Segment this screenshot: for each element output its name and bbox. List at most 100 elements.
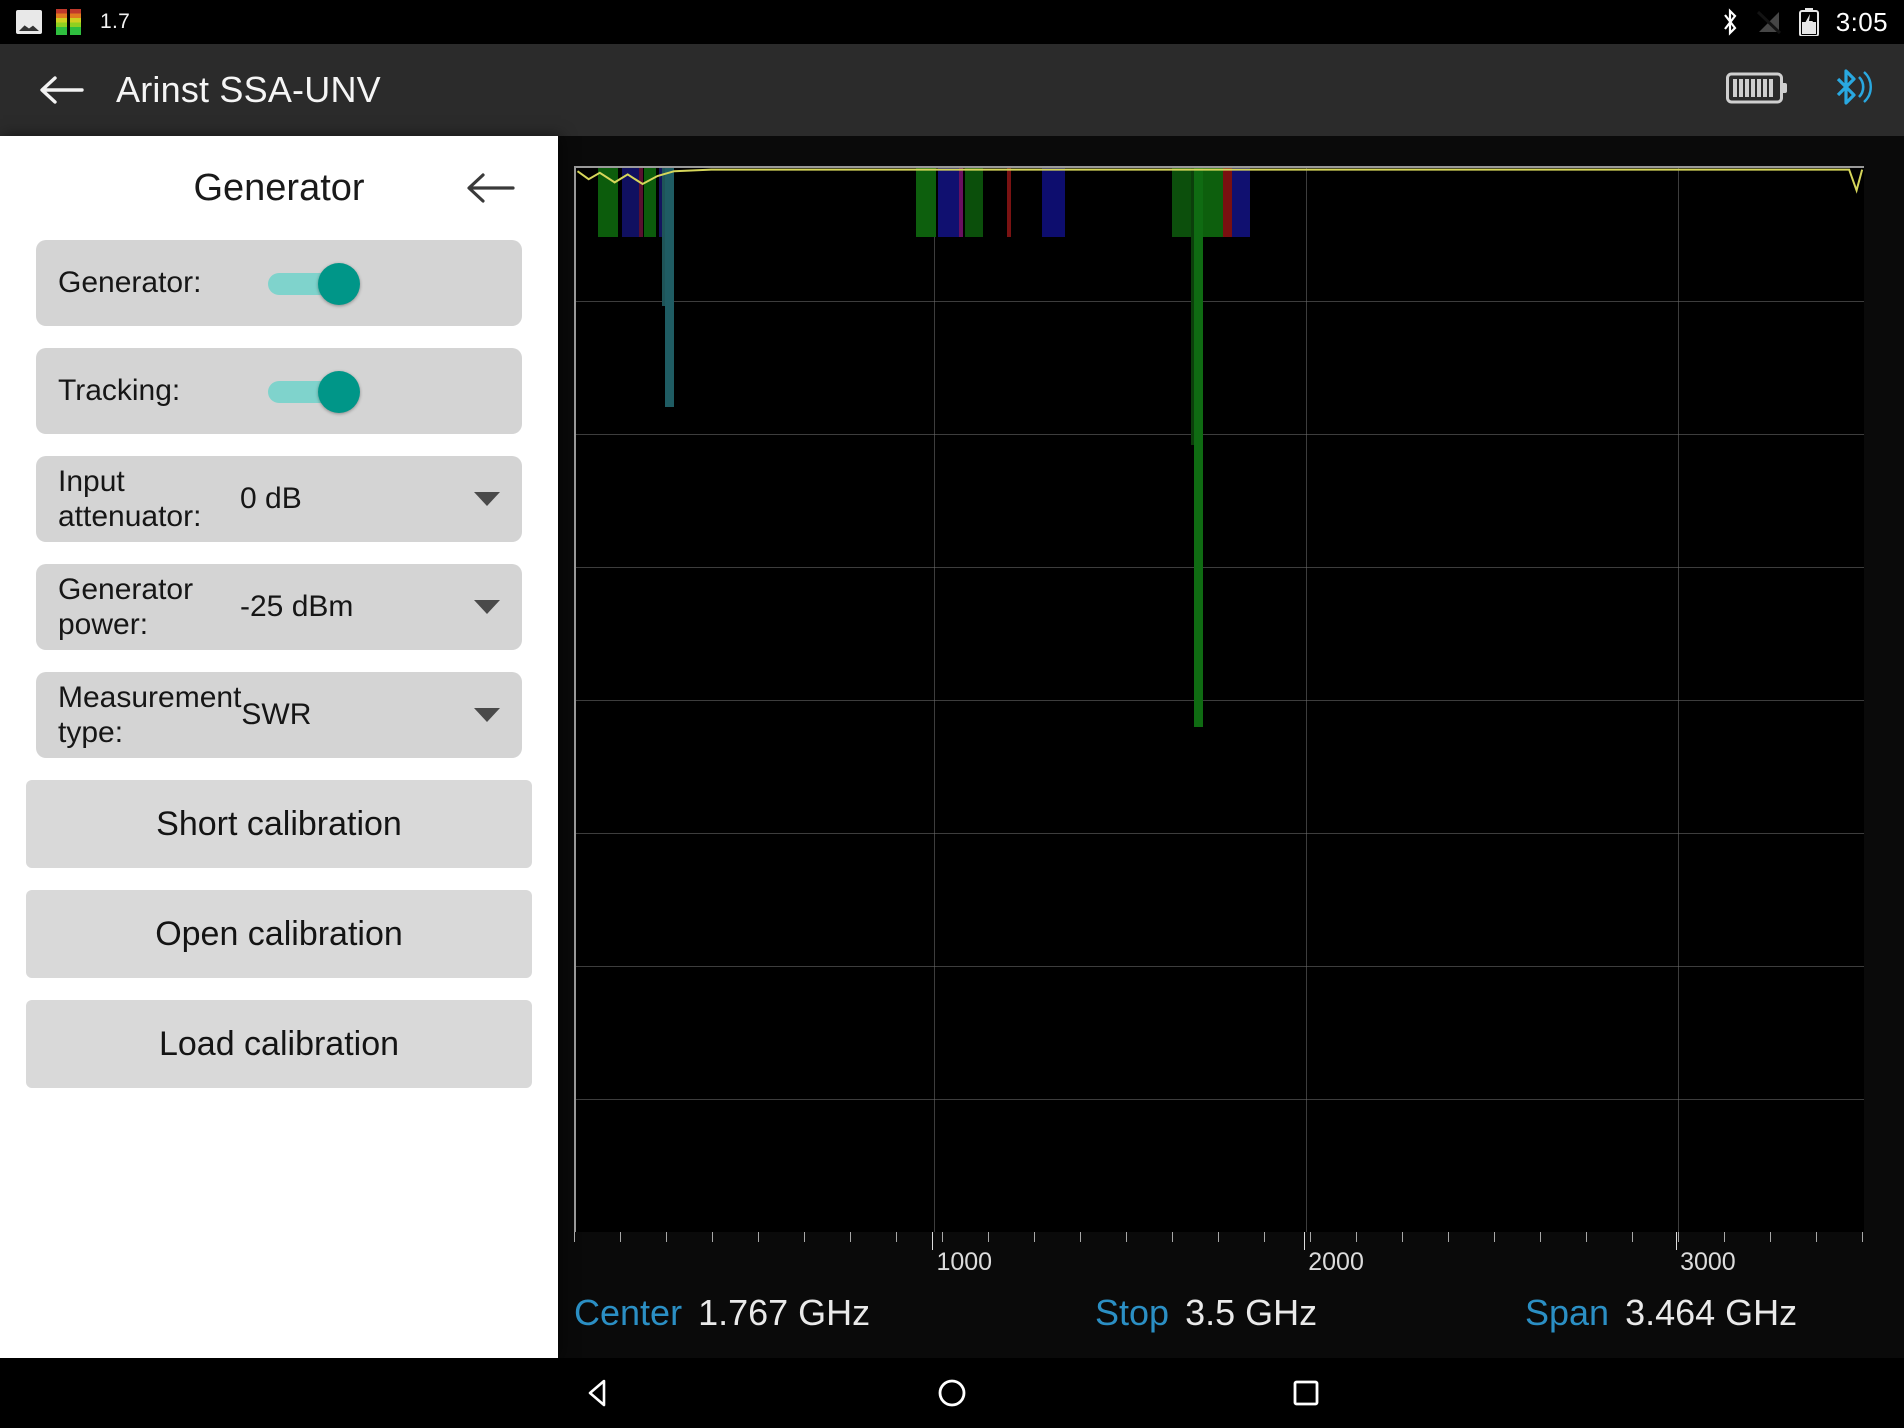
axis-tick	[1540, 1232, 1541, 1242]
open-calibration-button[interactable]: Open calibration	[26, 890, 532, 978]
axis-tick	[942, 1232, 943, 1242]
status-clock: 3:05	[1835, 6, 1888, 37]
label-measurement-type: Measurement type:	[58, 680, 241, 751]
toggle-thumb	[318, 371, 360, 413]
axis-tick	[1448, 1232, 1449, 1242]
axis-tick	[1724, 1232, 1725, 1242]
axis-tick	[850, 1232, 851, 1242]
readout-center[interactable]: Center 1.767 GHz	[574, 1292, 870, 1334]
axis-tick	[1356, 1232, 1357, 1242]
input-attenuator-select[interactable]: 0 dB	[240, 482, 500, 516]
status-bar-right: 3:05	[1720, 7, 1888, 38]
axis-tick-major	[1304, 1232, 1306, 1250]
nav-home-button[interactable]	[925, 1366, 979, 1420]
row-tracking[interactable]: Tracking:	[36, 348, 522, 434]
label-line-1: Measurement	[58, 680, 242, 714]
chevron-down-icon	[474, 708, 500, 722]
panel-title: Generator	[193, 166, 365, 209]
axis-tick-major	[1676, 1232, 1678, 1250]
row-generator-power[interactable]: Generator power: -25 dBm	[36, 564, 522, 650]
axis-tick	[804, 1232, 805, 1242]
axis-tick	[1816, 1232, 1817, 1242]
app-bar-back-button[interactable]	[32, 61, 90, 119]
axis-tick	[988, 1232, 989, 1242]
bluetooth-connected-icon[interactable]	[1826, 65, 1872, 116]
axis-tick	[1770, 1232, 1771, 1242]
axis-tick	[666, 1232, 667, 1242]
axis-tick-label: 3000	[1680, 1248, 1736, 1276]
panel-close-button[interactable]	[462, 160, 518, 216]
axis-tick	[1632, 1232, 1633, 1242]
label-generator: Generator:	[58, 266, 202, 300]
axis-tick	[896, 1232, 897, 1242]
image-icon	[16, 10, 42, 34]
readout-value: 3.5 GHz	[1185, 1292, 1318, 1333]
app-bar: Arinst SSA-UNV	[0, 44, 1904, 136]
axis-tick	[1402, 1232, 1403, 1242]
label-line-2: type:	[58, 716, 124, 749]
axis-tick-label: 1000	[936, 1248, 993, 1276]
trace-line	[576, 168, 1864, 194]
readout-span[interactable]: Span 3.464 GHz	[1525, 1292, 1797, 1334]
generator-toggle[interactable]	[268, 263, 360, 305]
label-generator-power: Generator power:	[58, 572, 193, 643]
device-battery-icon	[1726, 71, 1788, 110]
axis-tick	[1264, 1232, 1265, 1242]
equalizer-icon	[56, 9, 86, 35]
measurement-type-value: SWR	[241, 698, 312, 731]
readout-key: Span	[1525, 1292, 1610, 1333]
row-generator[interactable]: Generator:	[36, 240, 522, 326]
label-line-1: Generator	[58, 572, 194, 606]
axis-tick	[712, 1232, 713, 1242]
measurement-type-select[interactable]: SWR	[241, 698, 500, 732]
toggle-thumb	[318, 263, 360, 305]
readout-stop[interactable]: Stop 3.5 GHz	[1095, 1292, 1317, 1334]
generator-panel: Generator Generator: Tracking: Input att…	[0, 136, 558, 1358]
axis-tick	[1218, 1232, 1219, 1242]
axis-tick	[758, 1232, 759, 1242]
app-bar-title: Arinst SSA-UNV	[116, 69, 381, 110]
no-signal-icon	[1756, 10, 1782, 35]
axis-tick	[1172, 1232, 1173, 1242]
generator-power-select[interactable]: -25 dBm	[240, 590, 500, 624]
axis-tick	[620, 1232, 621, 1242]
axis-tick	[1494, 1232, 1495, 1242]
label-input-attenuator: Input attenuator:	[58, 464, 201, 535]
status-bar: 1.7 3:05	[0, 0, 1904, 44]
axis-tick	[574, 1232, 575, 1242]
axis-tick	[1034, 1232, 1035, 1242]
readout-value: 3.464 GHz	[1625, 1292, 1798, 1333]
chevron-down-icon	[474, 492, 500, 506]
load-calibration-button[interactable]: Load calibration	[26, 1000, 532, 1088]
panel-header: Generator	[36, 136, 522, 240]
tracking-toggle[interactable]	[268, 371, 360, 413]
label-tracking: Tracking:	[58, 374, 181, 408]
nav-recents-button[interactable]	[1279, 1366, 1333, 1420]
label-line-2: attenuator:	[58, 500, 202, 533]
readout-key: Center	[574, 1292, 683, 1333]
nav-back-button[interactable]	[571, 1366, 625, 1420]
input-attenuator-value: 0 dB	[240, 482, 302, 515]
android-nav-bar	[0, 1358, 1904, 1428]
axis-tick	[1586, 1232, 1587, 1242]
axis-tick-major	[932, 1232, 934, 1250]
row-measurement-type[interactable]: Measurement type: SWR	[36, 672, 522, 758]
short-calibration-button[interactable]: Short calibration	[26, 780, 532, 868]
app-bar-right	[1726, 65, 1872, 116]
status-bar-left: 1.7	[16, 9, 130, 35]
battery-charging-icon	[1798, 8, 1820, 37]
axis-tick-label: 2000	[1308, 1248, 1364, 1276]
chevron-down-icon	[474, 600, 500, 614]
axis-tick	[1862, 1232, 1863, 1242]
bluetooth-icon	[1720, 8, 1740, 36]
generator-power-value: -25 dBm	[240, 590, 354, 623]
readout-key: Stop	[1095, 1292, 1170, 1333]
plot-area[interactable]	[574, 166, 1864, 1232]
label-line-2: power:	[58, 608, 149, 641]
row-input-attenuator[interactable]: Input attenuator: 0 dB	[36, 456, 522, 542]
axis-tick	[1080, 1232, 1081, 1242]
status-version-text: 1.7	[100, 10, 131, 33]
x-axis-ticks: 1000 2000 3000	[574, 1232, 1864, 1276]
label-line-1: Input	[58, 464, 125, 498]
axis-tick	[1126, 1232, 1127, 1242]
